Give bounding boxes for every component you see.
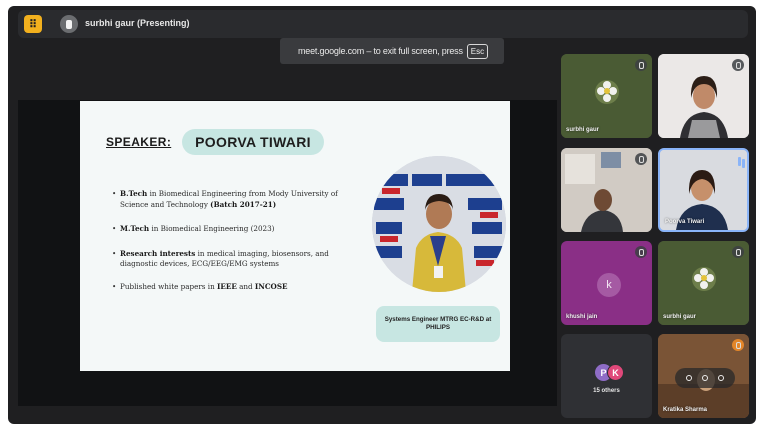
avatar: k: [597, 273, 621, 297]
meeting-frame: ⠿ surbhi gaur (Presenting) meet.google.c…: [8, 6, 756, 424]
presentation-stage: SPEAKER: POORVA TIWARI B.Tech in Biomedi…: [18, 100, 557, 406]
mic-off-icon: [732, 246, 744, 258]
more-options-icon[interactable]: [718, 375, 724, 381]
participant-name: khushi jain: [566, 314, 598, 320]
pin-icon[interactable]: [686, 375, 692, 381]
participant-tile[interactable]: surbhi gaur: [561, 54, 652, 138]
fullscreen-text: meet.google.com – to exit full screen, p…: [298, 46, 463, 56]
participant-tile[interactable]: surbhi gaur: [658, 241, 749, 325]
participant-name: Poorva Tiwari: [665, 219, 705, 225]
participant-tile[interactable]: Kratika Sharma: [658, 334, 749, 418]
mic-off-icon: [635, 153, 647, 165]
speaker-name: POORVA TIWARI: [182, 129, 324, 155]
participant-tile[interactable]: [561, 148, 652, 232]
bullet-mtech: M.Tech in Biomedical Engineering (2023): [112, 224, 360, 235]
tile-controls[interactable]: [675, 368, 735, 388]
speaker-label: SPEAKER:: [106, 135, 172, 149]
frame-icon[interactable]: [702, 375, 708, 381]
participant-tile-speaking[interactable]: Poorva Tiwari: [658, 148, 749, 232]
others-tile[interactable]: P K 15 others: [561, 334, 652, 418]
participant-tile[interactable]: k khushi jain: [561, 241, 652, 325]
mic-icon: [732, 339, 744, 351]
avatar: K: [607, 364, 624, 381]
grid-icon[interactable]: ⠿: [24, 15, 42, 33]
fullscreen-banner: meet.google.com – to exit full screen, p…: [280, 38, 504, 64]
participant-name: Kratika Sharma: [663, 407, 708, 413]
bullet-research: Research interests in medical imaging, b…: [112, 249, 360, 270]
bullet-list: B.Tech in Biomedical Engineering from Mo…: [112, 189, 360, 306]
presenting-label: surbhi gaur (Presenting): [85, 18, 190, 28]
esc-key: Esc: [466, 43, 489, 59]
bullet-papers: Published white papers in IEEE and INCOS…: [112, 282, 360, 293]
speaking-indicator-icon: [738, 157, 741, 166]
mic-off-icon: [732, 59, 744, 71]
others-count: 15 others: [593, 388, 620, 394]
meet-window: ⠿ surbhi gaur (Presenting) meet.google.c…: [0, 0, 761, 429]
speaker-role-caption: Systems Engineer MTRG EC-R&D at PHILIPS: [376, 306, 500, 342]
presenting-bar: ⠿ surbhi gaur (Presenting): [18, 10, 748, 38]
participant-name: surbhi gaur: [663, 314, 697, 320]
mic-off-icon: [635, 59, 647, 71]
mic-off-icon: [635, 246, 647, 258]
participant-tile[interactable]: [658, 54, 749, 138]
speaker-photo: [372, 156, 506, 292]
bullet-btech: B.Tech in Biomedical Engineering from Mo…: [112, 189, 360, 210]
presentation-slide: SPEAKER: POORVA TIWARI B.Tech in Biomedi…: [80, 101, 510, 371]
presentation-icon: [60, 15, 78, 33]
participant-video: [660, 150, 747, 230]
participant-name: surbhi gaur: [566, 127, 600, 133]
